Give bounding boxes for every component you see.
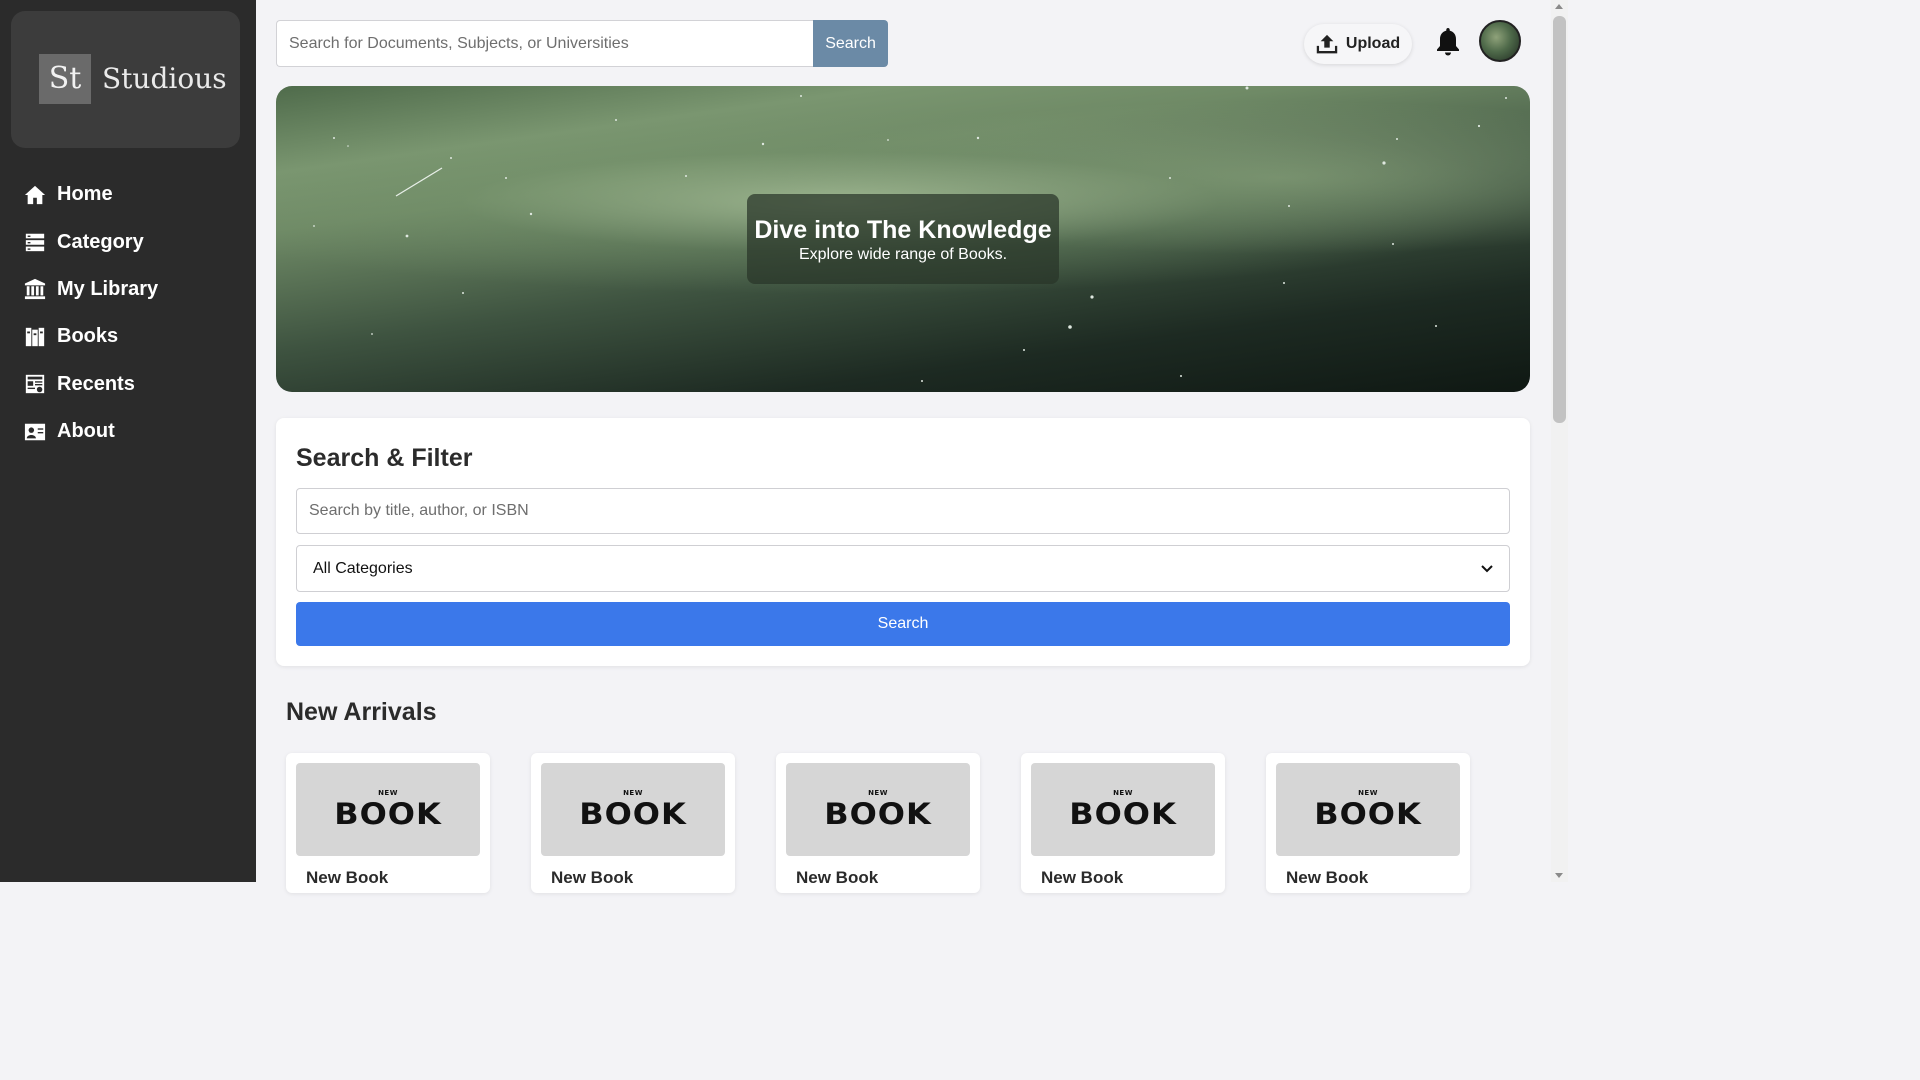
book-cover: NEW BOOK xyxy=(1276,763,1460,856)
book-cover-big-text: BOOK xyxy=(1314,796,1422,832)
home-icon xyxy=(24,184,46,206)
hero-banner: Dive into The Knowledge Explore wide ran… xyxy=(276,86,1530,392)
search-filter-title: Search & Filter xyxy=(296,444,473,472)
book-cover-big-text: BOOK xyxy=(334,796,442,832)
sidebar: St Studious Home Category My Library Boo… xyxy=(0,0,256,882)
book-card[interactable]: NEW BOOK New Book xyxy=(531,753,735,893)
book-title: New Book xyxy=(551,868,634,887)
upload-label: Upload xyxy=(1345,35,1401,52)
scrollbar-thumb[interactable] xyxy=(1553,16,1566,423)
book-cover: NEW BOOK xyxy=(296,763,480,856)
new-arrivals-list: NEW BOOK New Book NEW BOOK New Book NEW … xyxy=(286,753,1486,893)
sidebar-item-home[interactable]: Home xyxy=(0,171,256,218)
hero-subtitle: Explore wide range of Books. xyxy=(798,246,1008,263)
logo-text: Studious xyxy=(102,62,227,95)
book-cover-big-text: BOOK xyxy=(1069,796,1177,832)
sidebar-item-category[interactable]: Category xyxy=(0,218,256,265)
top-search-input[interactable] xyxy=(276,20,814,67)
filter-search-button[interactable]: Search xyxy=(296,602,1510,646)
sidebar-item-my-library[interactable]: My Library xyxy=(0,266,256,313)
page-scrollbar[interactable] xyxy=(1551,0,1568,882)
top-search-button[interactable]: Search xyxy=(813,20,888,67)
logo-mark: St xyxy=(39,54,91,104)
books-icon xyxy=(24,326,46,348)
book-title: New Book xyxy=(1286,868,1369,887)
book-card[interactable]: NEW BOOK New Book xyxy=(1021,753,1225,893)
scroll-down-arrow-icon[interactable] xyxy=(1555,873,1563,878)
sidebar-item-recents[interactable]: Recents xyxy=(0,361,256,408)
book-title: New Book xyxy=(1041,868,1124,887)
category-icon xyxy=(24,231,46,253)
category-select-value: All Categories xyxy=(313,559,413,577)
sidebar-nav: Home Category My Library Books Recents A… xyxy=(0,171,256,455)
book-title: New Book xyxy=(796,868,879,887)
book-cover: NEW BOOK xyxy=(541,763,725,856)
hero-title: Dive into The Knowledge xyxy=(754,216,1052,244)
book-cover-big-text: BOOK xyxy=(824,796,932,832)
book-title: New Book xyxy=(306,868,389,887)
sidebar-item-label: Recents xyxy=(57,372,135,395)
category-select[interactable]: All Categories xyxy=(296,545,1510,592)
logo[interactable]: St Studious xyxy=(11,11,240,148)
sidebar-item-label: Books xyxy=(57,325,119,348)
book-card[interactable]: NEW BOOK New Book xyxy=(776,753,980,893)
search-filter-card: Search & Filter All Categories Search xyxy=(276,418,1530,666)
book-card[interactable]: NEW BOOK New Book xyxy=(286,753,490,893)
sidebar-item-label: Home xyxy=(57,183,113,206)
notification-bell-icon[interactable] xyxy=(1434,26,1462,56)
upload-button[interactable]: Upload xyxy=(1304,24,1412,64)
top-search: Search xyxy=(276,20,888,67)
hero-caption: Dive into The Knowledge Explore wide ran… xyxy=(747,194,1059,284)
book-cover-big-text: BOOK xyxy=(579,796,687,832)
book-card[interactable]: NEW BOOK New Book xyxy=(1266,753,1470,893)
chevron-down-icon xyxy=(1481,564,1493,572)
recents-icon xyxy=(24,373,46,395)
sidebar-item-label: Category xyxy=(57,230,144,253)
library-icon xyxy=(24,278,46,300)
scroll-up-arrow-icon[interactable] xyxy=(1555,4,1563,9)
sidebar-item-books[interactable]: Books xyxy=(0,313,256,360)
book-cover: NEW BOOK xyxy=(1031,763,1215,856)
sidebar-item-label: About xyxy=(57,420,115,443)
book-cover: NEW BOOK xyxy=(786,763,970,856)
sidebar-item-label: My Library xyxy=(57,277,159,300)
book-search-input[interactable] xyxy=(296,488,1510,534)
about-icon xyxy=(24,421,46,443)
new-arrivals-title: New Arrivals xyxy=(286,698,437,726)
sidebar-item-about[interactable]: About xyxy=(0,408,256,455)
upload-icon xyxy=(1316,34,1338,54)
user-avatar[interactable] xyxy=(1479,20,1521,62)
